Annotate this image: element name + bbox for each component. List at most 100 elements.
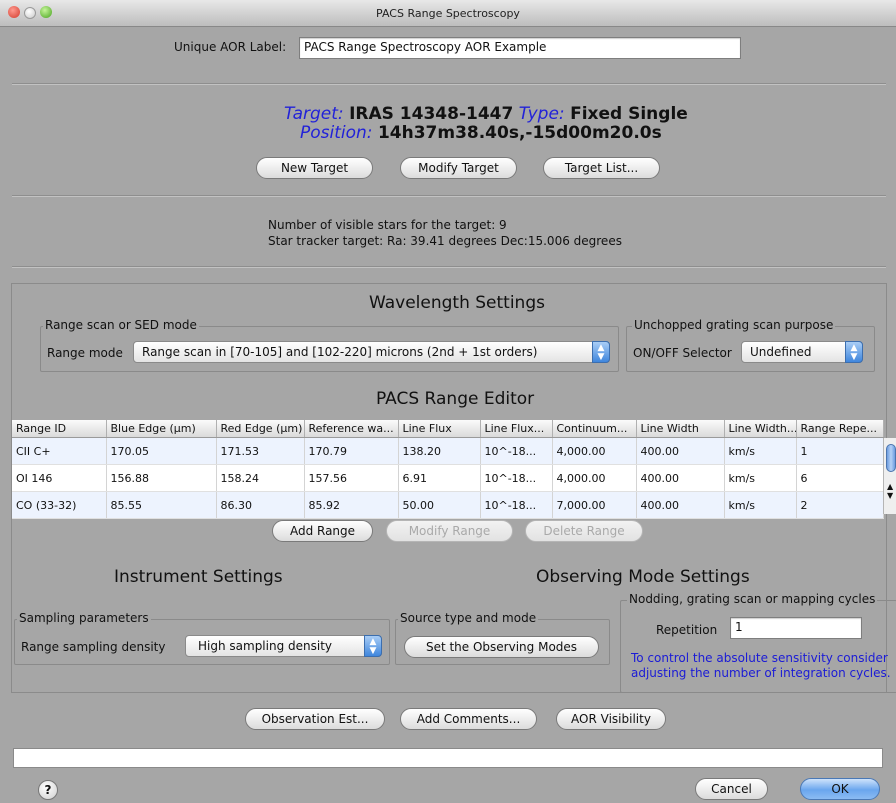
- column-header[interactable]: Line Flux: [398, 420, 481, 438]
- table-cell[interactable]: OI 146: [12, 464, 107, 492]
- unchopped-scan-group-title: Unchopped grating scan purpose: [632, 318, 836, 332]
- window-title: PACS Range Spectroscopy: [376, 7, 520, 20]
- select-arrows-icon: ▲ ▼: [845, 341, 863, 363]
- column-header[interactable]: Range ID: [12, 420, 107, 438]
- sensitivity-note-line2: adjusting the number of integration cycl…: [631, 666, 891, 680]
- source-type-group-title: Source type and mode: [398, 611, 539, 625]
- status-field: [13, 748, 883, 768]
- onoff-selector-select[interactable]: Undefined ▲ ▼: [741, 341, 863, 363]
- onoff-selector-label: ON/OFF Selector: [633, 346, 732, 360]
- column-header[interactable]: Line Flux...: [480, 420, 553, 438]
- table-cell[interactable]: 170.05: [106, 437, 217, 465]
- table-cell[interactable]: 158.24: [216, 464, 305, 492]
- new-target-button[interactable]: New Target: [256, 157, 373, 179]
- column-header[interactable]: Blue Edge (µm): [106, 420, 217, 438]
- target-line: Target: IRAS 14348-1447 Type: Fixed Sing…: [284, 104, 688, 124]
- table-cell[interactable]: 10^-18...: [480, 491, 553, 519]
- help-icon[interactable]: ?: [38, 780, 58, 800]
- table-cell[interactable]: 10^-18...: [480, 437, 553, 465]
- modify-target-button[interactable]: Modify Target: [400, 157, 517, 179]
- table-cell[interactable]: 1: [796, 437, 884, 465]
- table-scrollbar[interactable]: ▲ ▼: [883, 438, 896, 514]
- position-caption: Position:: [300, 123, 373, 143]
- table-cell[interactable]: km/s: [724, 464, 797, 492]
- table-cell[interactable]: 6.91: [398, 464, 481, 492]
- table-cell[interactable]: 4,000.00: [552, 437, 637, 465]
- observing-mode-settings-heading: Observing Mode Settings: [536, 567, 750, 587]
- instrument-settings-heading: Instrument Settings: [114, 567, 283, 587]
- aor-label-caption: Unique AOR Label:: [174, 40, 287, 54]
- table-cell[interactable]: 2: [796, 491, 884, 519]
- set-observing-modes-button[interactable]: Set the Observing Modes: [404, 636, 599, 658]
- sampling-density-select[interactable]: High sampling density ▲ ▼: [185, 635, 382, 657]
- table-cell[interactable]: km/s: [724, 491, 797, 519]
- table-cell[interactable]: CO (33-32): [12, 491, 107, 519]
- aor-visibility-button[interactable]: AOR Visibility: [556, 708, 666, 730]
- sampling-parameters-group-title: Sampling parameters: [17, 611, 151, 625]
- add-range-button[interactable]: Add Range: [272, 520, 373, 542]
- table-row[interactable]: CII C+ 170.05 171.53 170.79 138.20 10^-1…: [12, 437, 884, 465]
- table-cell[interactable]: 400.00: [636, 491, 725, 519]
- target-name: IRAS 14348-1447: [349, 104, 514, 124]
- observation-estimate-button[interactable]: Observation Est...: [245, 708, 385, 730]
- table-cell[interactable]: 170.79: [304, 437, 399, 465]
- table-cell[interactable]: 6: [796, 464, 884, 492]
- visible-stars-text: Number of visible stars for the target: …: [268, 218, 507, 232]
- aor-label-field[interactable]: PACS Range Spectroscopy AOR Example: [299, 37, 741, 59]
- select-arrows-icon: ▲ ▼: [364, 635, 382, 657]
- range-scan-group-title: Range scan or SED mode: [43, 318, 199, 332]
- sensitivity-note-line1: To control the absolute sensitivity cons…: [631, 651, 888, 665]
- table-cell[interactable]: 7,000.00: [552, 491, 637, 519]
- target-position: 14h37m38.40s,-15d00m20.0s: [377, 123, 662, 143]
- range-editor-heading: PACS Range Editor: [376, 389, 535, 409]
- table-cell[interactable]: 400.00: [636, 464, 725, 492]
- column-header[interactable]: Line Width: [636, 420, 725, 438]
- column-header[interactable]: Line Width...: [724, 420, 797, 438]
- table-cell[interactable]: km/s: [724, 437, 797, 465]
- table-cell[interactable]: 86.30: [216, 491, 305, 519]
- target-list-button[interactable]: Target List...: [543, 157, 660, 179]
- separator: [12, 266, 886, 268]
- cancel-button[interactable]: Cancel: [695, 778, 768, 800]
- table-cell[interactable]: 171.53: [216, 437, 305, 465]
- star-tracker-text: Star tracker target: Ra: 39.41 degrees D…: [268, 234, 622, 248]
- nodding-cycles-group-title: Nodding, grating scan or mapping cycles: [627, 592, 878, 606]
- position-line: Position: 14h37m38.40s,-15d00m20.0s: [300, 123, 662, 143]
- range-mode-label: Range mode: [47, 346, 123, 360]
- column-header[interactable]: Range Repe...: [796, 420, 884, 438]
- select-arrows-icon: ▲ ▼: [592, 341, 610, 363]
- table-header-row: Range ID Blue Edge (µm) Red Edge (µm) Re…: [12, 420, 884, 438]
- range-mode-select[interactable]: Range scan in [70-105] and [102-220] mic…: [133, 341, 610, 363]
- title-bar: PACS Range Spectroscopy: [0, 0, 896, 27]
- table-row[interactable]: CO (33-32) 85.55 86.30 85.92 50.00 10^-1…: [12, 491, 884, 519]
- wavelength-settings-heading: Wavelength Settings: [369, 293, 545, 313]
- table-cell[interactable]: 85.55: [106, 491, 217, 519]
- ok-button[interactable]: OK: [800, 778, 880, 800]
- table-cell[interactable]: 157.56: [304, 464, 399, 492]
- sampling-density-label: Range sampling density: [21, 640, 166, 654]
- column-header[interactable]: Continuum...: [552, 420, 637, 438]
- table-cell[interactable]: 4,000.00: [552, 464, 637, 492]
- type-caption: Type:: [518, 104, 565, 124]
- modify-range-button[interactable]: Modify Range: [386, 520, 513, 542]
- scroll-arrows-icon[interactable]: ▲ ▼: [887, 482, 893, 500]
- table-row[interactable]: OI 146 156.88 158.24 157.56 6.91 10^-18.…: [12, 464, 884, 492]
- add-comments-button[interactable]: Add Comments...: [400, 708, 537, 730]
- delete-range-button[interactable]: Delete Range: [525, 520, 643, 542]
- pacs-range-spectroscopy-window: PACS Range Spectroscopy Unique AOR Label…: [0, 0, 896, 803]
- onoff-selector-value: Undefined: [750, 345, 812, 359]
- table-cell[interactable]: CII C+: [12, 437, 107, 465]
- table-cell[interactable]: 50.00: [398, 491, 481, 519]
- repetition-field[interactable]: 1: [730, 617, 862, 639]
- column-header[interactable]: Reference wa...: [304, 420, 399, 438]
- separator: [12, 83, 886, 85]
- table-cell[interactable]: 138.20: [398, 437, 481, 465]
- repetition-label: Repetition: [656, 623, 718, 637]
- table-cell[interactable]: 10^-18...: [480, 464, 553, 492]
- target-caption: Target:: [284, 104, 344, 124]
- table-cell[interactable]: 156.88: [106, 464, 217, 492]
- table-cell[interactable]: 85.92: [304, 491, 399, 519]
- column-header[interactable]: Red Edge (µm): [216, 420, 305, 438]
- scrollbar-thumb[interactable]: [886, 444, 896, 472]
- table-cell[interactable]: 400.00: [636, 437, 725, 465]
